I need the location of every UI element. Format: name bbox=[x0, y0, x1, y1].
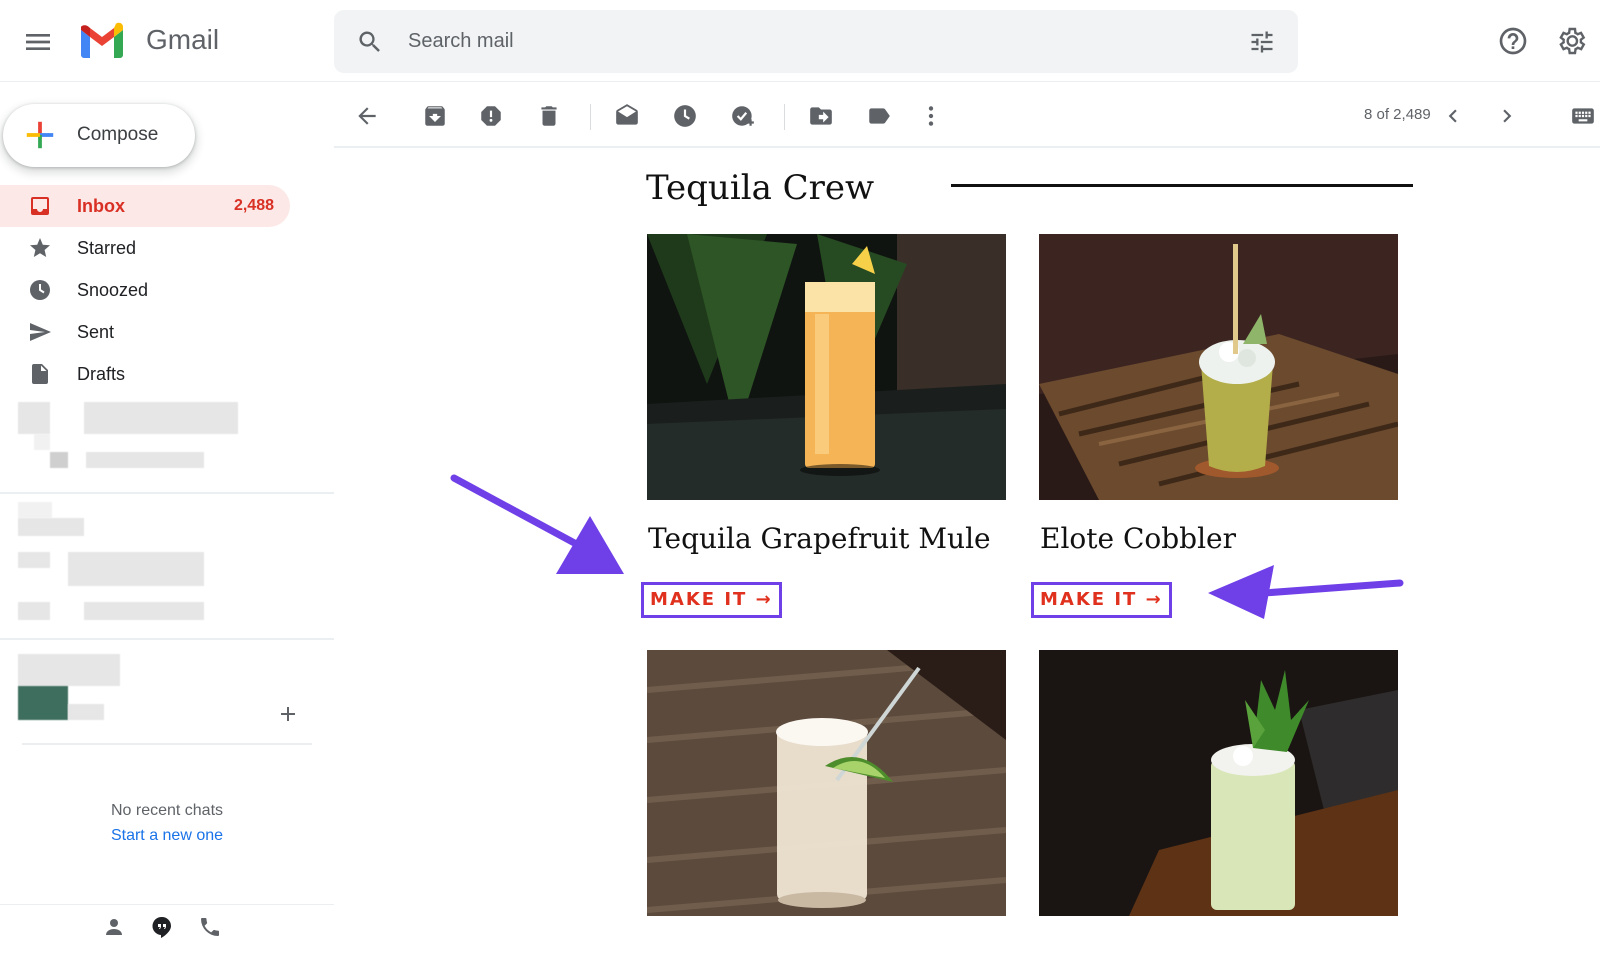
hangouts-icon[interactable] bbox=[150, 915, 174, 939]
label-tag-icon[interactable] bbox=[866, 103, 892, 129]
gmail-logo-icon[interactable] bbox=[78, 22, 126, 60]
snooze-clock-icon[interactable] bbox=[672, 103, 698, 129]
cocktail-photo[interactable] bbox=[647, 650, 1006, 916]
hangouts-bar bbox=[0, 904, 334, 956]
move-to-icon[interactable] bbox=[808, 103, 834, 129]
mark-unread-icon[interactable] bbox=[614, 103, 640, 129]
add-label-plus-icon[interactable] bbox=[276, 702, 300, 726]
sidebar-item-label: Sent bbox=[77, 322, 115, 342]
left-sidebar: Compose Inbox 2,488 Starred Snoozed Sent bbox=[0, 82, 334, 956]
send-icon bbox=[30, 323, 51, 341]
more-options-icon[interactable] bbox=[918, 103, 944, 129]
card-title: Elote Cobbler bbox=[1040, 522, 1237, 555]
search-options-icon[interactable] bbox=[1248, 28, 1276, 56]
sidebar-item-snoozed[interactable]: Snoozed bbox=[0, 269, 290, 311]
sidebar-item-label: Inbox bbox=[77, 196, 125, 216]
delete-trash-icon[interactable] bbox=[536, 103, 562, 129]
draft-icon bbox=[32, 364, 48, 384]
make-it-link[interactable]: MAKE IT → bbox=[1031, 582, 1172, 618]
annotation-arrow-icon bbox=[1208, 565, 1404, 619]
archive-icon[interactable] bbox=[422, 103, 448, 129]
phone-icon[interactable] bbox=[198, 915, 222, 939]
gmail-app: Gmail Compose Inbox 2,488 bbox=[0, 0, 1600, 956]
compose-button[interactable]: Compose bbox=[3, 104, 195, 167]
no-recent-chats-text: No recent chats bbox=[110, 802, 224, 819]
person-icon[interactable] bbox=[102, 915, 126, 939]
heading-rule bbox=[951, 184, 1413, 187]
help-icon[interactable] bbox=[1497, 25, 1529, 57]
search-icon[interactable] bbox=[356, 28, 384, 56]
compose-label: Compose bbox=[77, 124, 159, 145]
inbox-count-badge: 2,488 bbox=[233, 197, 274, 214]
make-it-link[interactable]: MAKE IT → bbox=[641, 582, 782, 618]
hamburger-menu-icon bbox=[26, 34, 50, 50]
sidebar-item-sent[interactable]: Sent bbox=[0, 311, 290, 353]
sidebar-item-drafts[interactable]: Drafts bbox=[0, 353, 290, 395]
cocktail-photo[interactable] bbox=[1039, 234, 1398, 500]
star-icon bbox=[30, 238, 50, 257]
cocktail-photo[interactable] bbox=[647, 234, 1006, 500]
toolbar-divider bbox=[784, 104, 785, 130]
compose-plus-icon bbox=[26, 121, 54, 149]
settings-gear-icon[interactable] bbox=[1555, 25, 1587, 57]
start-new-chat-link[interactable]: Start a new one bbox=[0, 827, 334, 845]
message-toolbar: 8 of 2,489 bbox=[334, 82, 1600, 148]
inbox-icon bbox=[31, 197, 49, 215]
back-arrow-icon[interactable] bbox=[354, 103, 380, 129]
report-spam-icon[interactable] bbox=[478, 103, 504, 129]
sidebar-item-label: Snoozed bbox=[77, 280, 149, 300]
older-chevron-right-icon[interactable] bbox=[1494, 103, 1520, 129]
app-name: Gmail bbox=[146, 24, 220, 55]
search-input[interactable] bbox=[408, 24, 1188, 58]
section-heading: Tequila Crew bbox=[646, 168, 875, 208]
clock-icon bbox=[30, 280, 50, 300]
sidebar-item-inbox[interactable]: Inbox 2,488 bbox=[0, 185, 290, 227]
sidebar-item-label: Starred bbox=[77, 238, 137, 258]
card-title: Tequila Grapefruit Mule bbox=[648, 522, 991, 555]
newer-chevron-left-icon[interactable] bbox=[1440, 103, 1466, 129]
main-menu-button[interactable] bbox=[22, 26, 54, 58]
keyboard-icon[interactable] bbox=[1570, 103, 1596, 129]
cocktail-photo[interactable] bbox=[1039, 650, 1398, 916]
sidebar-item-label: Drafts bbox=[77, 364, 126, 384]
annotation-arrow-icon bbox=[450, 474, 624, 574]
email-body: Tequila Crew Tequila Grapefruit Mule Elo… bbox=[334, 148, 1600, 956]
pagination-text: 8 of 2,489 bbox=[1364, 106, 1431, 123]
sidebar-nav: Inbox 2,488 Starred Snoozed Sent Drafts bbox=[0, 185, 334, 395]
sidebar-item-starred[interactable]: Starred bbox=[0, 227, 290, 269]
search-bar bbox=[334, 10, 1298, 73]
add-to-tasks-icon[interactable] bbox=[730, 103, 756, 129]
toolbar-divider bbox=[590, 104, 591, 130]
top-header: Gmail bbox=[0, 0, 1600, 82]
